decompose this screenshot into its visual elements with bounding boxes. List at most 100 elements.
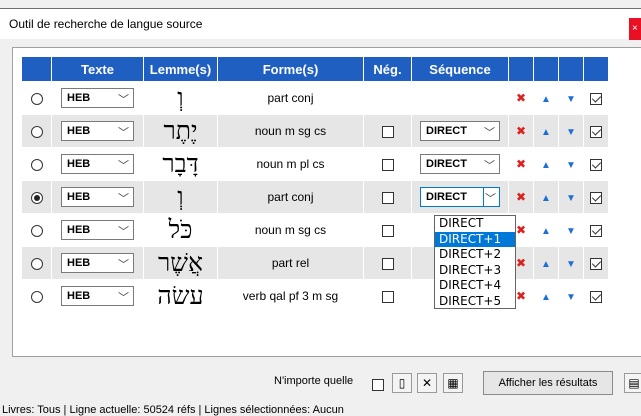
row-move-up[interactable]: ▲ <box>534 181 558 213</box>
include-checkbox[interactable] <box>590 125 602 138</box>
row-texte[interactable]: HEB ﹀ <box>52 181 143 213</box>
sequence-select[interactable]: DIRECT ﹀ <box>420 154 500 174</box>
triangle-down-icon[interactable]: ▼ <box>566 226 576 237</box>
delete-x-icon[interactable]: ✖ <box>516 124 526 138</box>
neg-checkbox[interactable] <box>381 257 394 270</box>
neg-checkbox[interactable] <box>381 191 394 204</box>
dropdown-option[interactable]: DIRECT+3 <box>435 263 515 279</box>
row-texte[interactable]: HEB ﹀ <box>52 247 143 279</box>
neg-checkbox[interactable] <box>381 224 394 237</box>
row-neg[interactable] <box>364 181 411 213</box>
row-radio[interactable] <box>30 290 43 303</box>
row-forme[interactable]: noun m sg cs <box>218 115 363 147</box>
row-move-down[interactable]: ▼ <box>559 82 583 114</box>
delete-x-icon[interactable]: ✖ <box>516 256 526 270</box>
row-radio[interactable] <box>30 158 43 171</box>
row-move-down[interactable]: ▼ <box>559 247 583 279</box>
triangle-up-icon[interactable]: ▲ <box>541 127 551 138</box>
dropdown-option[interactable]: DIRECT <box>435 216 515 232</box>
include-checkbox[interactable] <box>590 290 602 303</box>
row-forme[interactable]: part conj <box>218 82 363 114</box>
row-move-down[interactable]: ▼ <box>559 148 583 180</box>
row-lemme[interactable]: וְ <box>144 181 217 213</box>
row-sequence[interactable]: DIRECT ﹀ <box>412 115 508 147</box>
neg-checkbox[interactable] <box>381 290 394 303</box>
table-row[interactable]: HEB ﹀ אֲשֶׁר part rel ✖ ▲ ▼ <box>22 247 608 279</box>
row-include[interactable] <box>584 247 608 279</box>
delete-x-icon[interactable]: ✖ <box>516 190 526 204</box>
texte-select[interactable]: HEB ﹀ <box>61 187 134 207</box>
triangle-up-icon[interactable]: ▲ <box>541 226 551 237</box>
row-include[interactable] <box>584 82 608 114</box>
table-row[interactable]: HEB ﹀ דָּבָר noun m pl cs DIRECT ﹀ ✖ ▲ ▼ <box>22 148 608 180</box>
any-checkbox[interactable] <box>372 379 384 391</box>
texte-select[interactable]: HEB ﹀ <box>61 154 134 174</box>
row-move-down[interactable]: ▼ <box>559 214 583 246</box>
row-move-down[interactable]: ▼ <box>559 280 583 312</box>
sequence-dropdown-list[interactable]: DIRECT DIRECT+1 DIRECT+2 DIRECT+3 DIRECT+4 DI… <box>434 215 516 309</box>
row-lemme[interactable]: וְ <box>144 82 217 114</box>
include-checkbox[interactable] <box>590 224 602 237</box>
row-select[interactable] <box>22 181 51 213</box>
row-select[interactable] <box>22 247 51 279</box>
table-row[interactable]: HEB ﹀ עשׂה verb qal pf 3 m sg ✖ ▲ ▼ <box>22 280 608 312</box>
include-checkbox[interactable] <box>590 191 602 204</box>
row-lemme[interactable]: דָּבָר <box>144 148 217 180</box>
triangle-down-icon[interactable]: ▼ <box>566 160 576 171</box>
row-move-up[interactable]: ▲ <box>534 115 558 147</box>
row-select[interactable] <box>22 280 51 312</box>
dropdown-option[interactable]: DIRECT+4 <box>435 278 515 294</box>
delete-x-icon[interactable]: ✖ <box>516 157 526 171</box>
delete-x-icon[interactable]: ✖ <box>516 223 526 237</box>
row-delete[interactable]: ✖ <box>509 181 533 213</box>
triangle-down-icon[interactable]: ▼ <box>566 127 576 138</box>
row-move-up[interactable]: ▲ <box>534 214 558 246</box>
texte-select[interactable]: HEB ﹀ <box>61 88 134 108</box>
table-row[interactable]: HEB ﹀ כֹּל noun m sg cs ✖ ▲ ▼ <box>22 214 608 246</box>
triangle-up-icon[interactable]: ▲ <box>541 94 551 105</box>
row-lemme[interactable]: כֹּל <box>144 214 217 246</box>
row-sequence[interactable]: DIRECT ﹀ <box>412 181 508 213</box>
triangle-down-icon[interactable]: ▼ <box>566 94 576 105</box>
row-texte[interactable]: HEB ﹀ <box>52 214 143 246</box>
row-texte[interactable]: HEB ﹀ <box>52 148 143 180</box>
row-include[interactable] <box>584 181 608 213</box>
row-lemme[interactable]: עשׂה <box>144 280 217 312</box>
triangle-down-icon[interactable]: ▼ <box>566 292 576 303</box>
row-move-up[interactable]: ▲ <box>534 148 558 180</box>
row-move-up[interactable]: ▲ <box>534 247 558 279</box>
row-forme[interactable]: part conj <box>218 181 363 213</box>
row-lemme[interactable]: אֲשֶׁר <box>144 247 217 279</box>
row-select[interactable] <box>22 115 51 147</box>
export-icon[interactable]: ▤ <box>624 373 641 393</box>
table-row[interactable]: HEB ﹀ יֶתֶר noun m sg cs DIRECT ﹀ ✖ ▲ ▼ <box>22 115 608 147</box>
search-books-icon[interactable]: ▦ <box>443 373 463 393</box>
row-radio[interactable] <box>30 257 43 270</box>
row-radio[interactable] <box>30 224 43 237</box>
triangle-up-icon[interactable]: ▲ <box>541 259 551 270</box>
triangle-down-icon[interactable]: ▼ <box>566 193 576 204</box>
dropdown-option[interactable]: DIRECT+1 <box>435 231 515 247</box>
table-row[interactable]: HEB ﹀ וְ part conj DIRECT ﹀ ✖ ▲ ▼ <box>22 181 608 213</box>
row-neg[interactable] <box>364 82 411 114</box>
row-select[interactable] <box>22 82 51 114</box>
row-delete[interactable]: ✖ <box>509 148 533 180</box>
clear-x-icon[interactable]: ✕ <box>417 373 437 393</box>
row-select[interactable] <box>22 214 51 246</box>
row-texte[interactable]: HEB ﹀ <box>52 280 143 312</box>
delete-x-icon[interactable]: ✖ <box>516 91 526 105</box>
row-select[interactable] <box>22 148 51 180</box>
row-include[interactable] <box>584 280 608 312</box>
row-move-up[interactable]: ▲ <box>534 280 558 312</box>
delete-x-icon[interactable]: ✖ <box>516 289 526 303</box>
row-move-down[interactable]: ▼ <box>559 181 583 213</box>
table-row[interactable]: HEB ﹀ וְ part conj ✖ ▲ ▼ <box>22 82 608 114</box>
row-radio[interactable] <box>30 92 43 105</box>
row-neg[interactable] <box>364 148 411 180</box>
neg-checkbox[interactable] <box>381 158 394 171</box>
neg-checkbox[interactable] <box>381 125 394 138</box>
row-include[interactable] <box>584 115 608 147</box>
show-results-button[interactable]: Afficher les résultats <box>483 371 613 395</box>
row-move-down[interactable]: ▼ <box>559 115 583 147</box>
row-neg[interactable] <box>364 247 411 279</box>
